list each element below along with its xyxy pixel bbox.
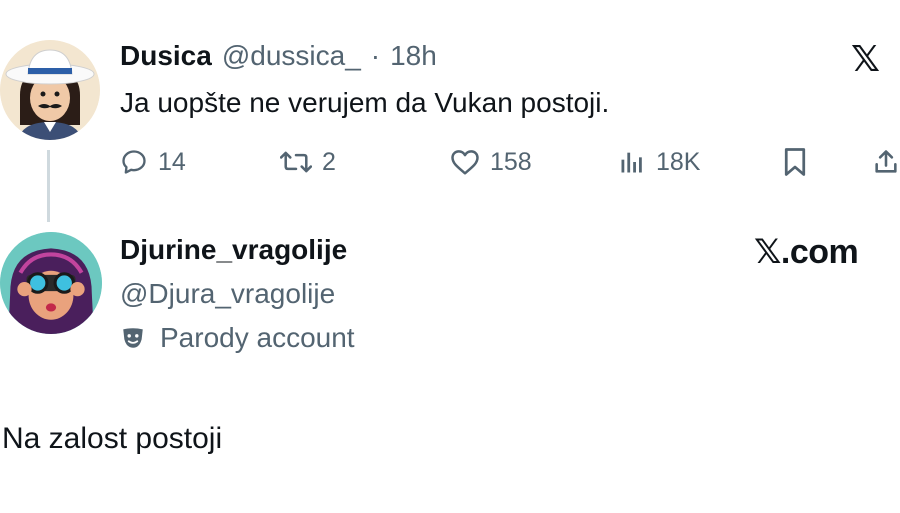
repost-icon xyxy=(280,151,312,173)
tweet-header: Dusica @dussica_ · 18h xyxy=(120,42,437,70)
heart-icon xyxy=(451,150,479,175)
reply-author-name[interactable]: Djurine_vragolije xyxy=(120,236,347,264)
parody-mask-icon xyxy=(123,328,143,348)
repost-count: 2 xyxy=(322,147,336,176)
djura-avatar-image xyxy=(0,232,102,334)
tweet-text: Ja uopšte ne verujem da Vukan postoji. xyxy=(120,87,610,118)
views-count: 18K xyxy=(656,147,701,176)
x-com-logo-icon: 𝕏 xyxy=(754,233,781,271)
like-button[interactable]: 158 xyxy=(450,142,532,182)
avatar-djura[interactable] xyxy=(0,232,102,334)
avatar-dusica[interactable] xyxy=(0,40,100,140)
like-count: 158 xyxy=(490,147,532,176)
thread-connector-line xyxy=(47,150,50,222)
x-com-watermark: 𝕏.com xyxy=(754,232,859,272)
author-name[interactable]: Dusica xyxy=(120,42,212,70)
tweet-actions: 14 2 158 18K xyxy=(120,142,900,182)
x-logo-icon[interactable]: 𝕏 xyxy=(851,38,880,80)
dusica-avatar-image xyxy=(0,40,100,140)
tweet-time[interactable]: 18h xyxy=(390,42,437,70)
reply-count: 14 xyxy=(158,147,186,176)
reply-icon xyxy=(122,150,146,174)
repost-button[interactable]: 2 xyxy=(280,142,336,182)
views-button[interactable]: 18K xyxy=(618,142,700,182)
reply-text: Na zalost postoji xyxy=(2,422,223,455)
share-button[interactable] xyxy=(872,142,900,182)
x-com-text: .com xyxy=(780,233,859,271)
reply-author-handle[interactable]: @Djura_vragolije xyxy=(120,280,335,308)
views-chart-icon xyxy=(621,152,642,173)
author-handle[interactable]: @dussica_ xyxy=(222,42,361,70)
bookmark-icon xyxy=(784,148,806,176)
reply-button[interactable]: 14 xyxy=(120,142,186,182)
separator-dot: · xyxy=(370,40,381,71)
parody-account-text: Parody account xyxy=(160,322,355,353)
bookmark-button[interactable] xyxy=(782,142,808,182)
parody-account-label: Parody account xyxy=(120,322,355,354)
share-icon xyxy=(875,150,897,173)
